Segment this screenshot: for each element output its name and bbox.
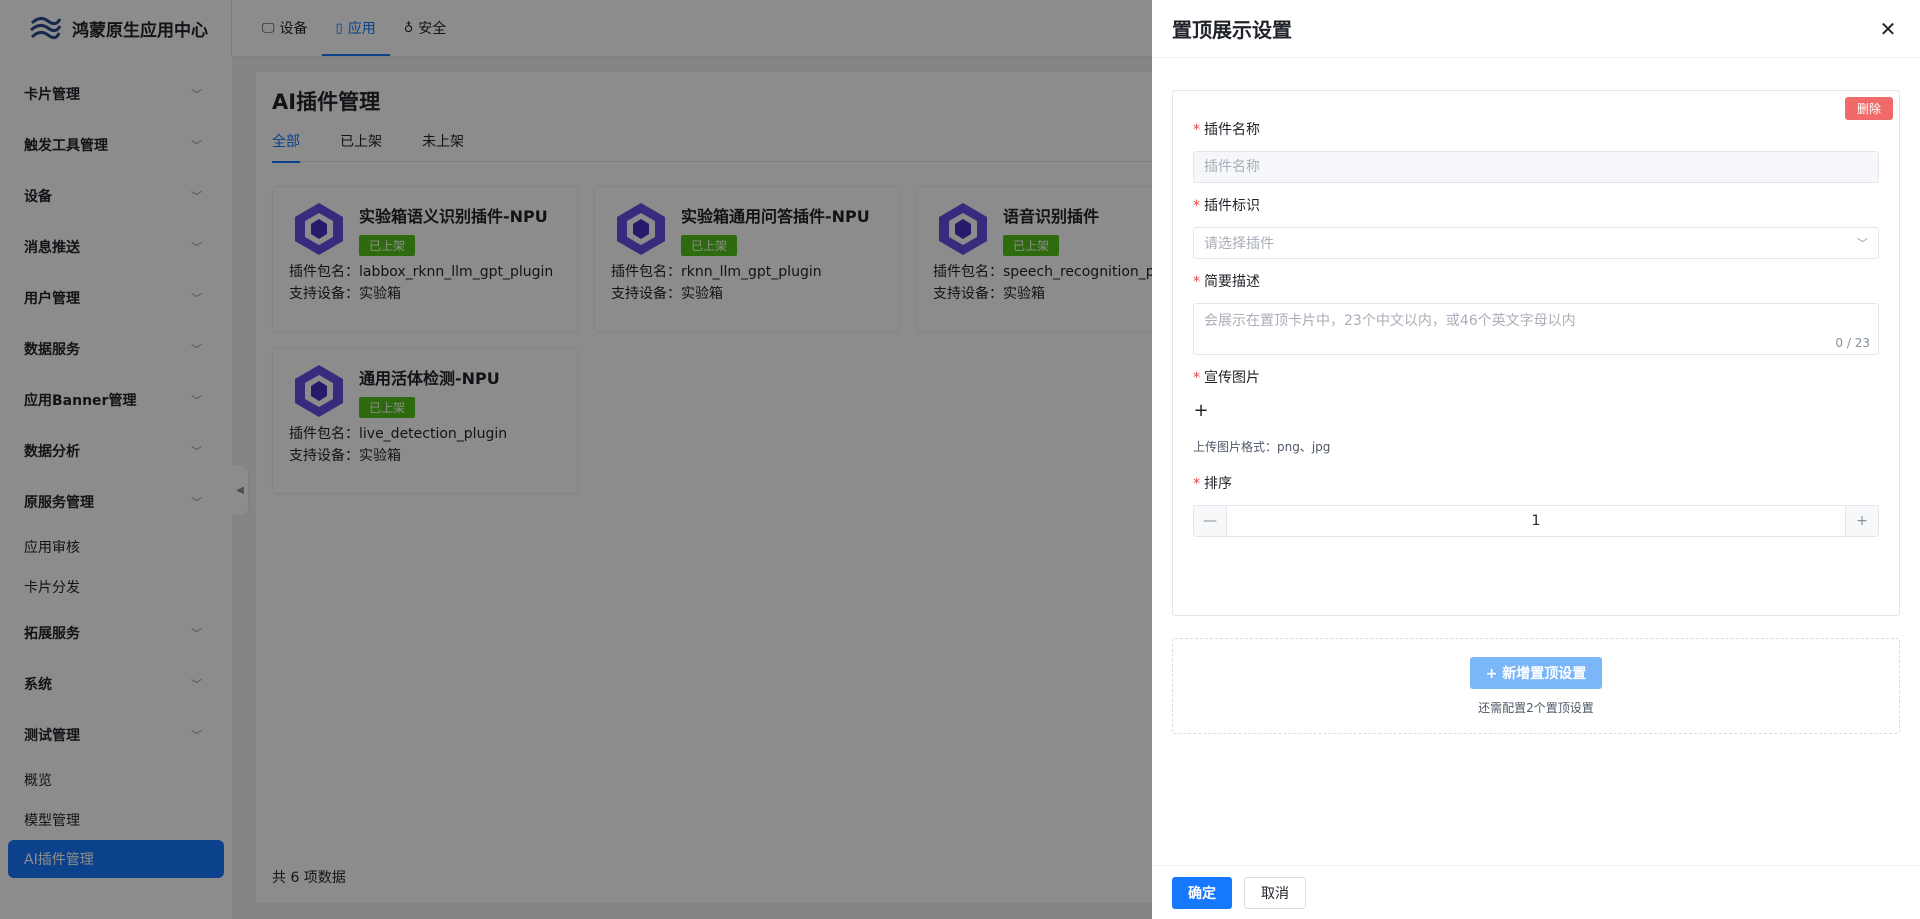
promo-image-label: * 宣传图片 — [1193, 370, 1260, 386]
required-mark: * — [1193, 274, 1200, 290]
add-pin-button[interactable]: + 新增置顶设置 — [1469, 656, 1603, 689]
description-label: * 简要描述 — [1193, 274, 1260, 290]
increment-button[interactable]: + — [1845, 506, 1878, 536]
order-label: * 排序 — [1193, 476, 1232, 492]
upload-format-hint: 上传图片格式：png、jpg — [1193, 440, 1331, 454]
order-stepper: — 1 + — [1193, 505, 1879, 537]
decrement-button[interactable]: — — [1194, 506, 1227, 536]
add-pin-area: + 新增置顶设置 还需配置2个置顶设置 — [1172, 638, 1900, 734]
close-icon[interactable]: ✕ — [1876, 17, 1900, 41]
pin-settings-drawer: 置顶展示设置 ✕ 删除 * 插件名称 插件名称 * 插件标识 请选择插件 ﹀ * 简要… — [1152, 0, 1920, 919]
plugin-name-input[interactable]: 插件名称 — [1193, 151, 1879, 183]
order-value-input[interactable]: 1 — [1227, 513, 1845, 529]
description-textarea[interactable]: 会展示在置顶卡片中，23个中文以内，或46个英文字母以内 0 / 23 — [1193, 303, 1879, 355]
pin-form-card: 删除 * 插件名称 插件名称 * 插件标识 请选择插件 ﹀ * 简要描述 会展示在置顶… — [1172, 90, 1900, 616]
delete-button[interactable]: 删除 — [1844, 97, 1893, 120]
plugin-name-label: * 插件名称 — [1193, 122, 1260, 138]
char-count: 0 / 23 — [1835, 336, 1870, 350]
add-pin-hint: 还需配置2个置顶设置 — [1478, 700, 1594, 715]
required-mark: * — [1193, 476, 1200, 492]
plugin-id-placeholder: 请选择插件 — [1204, 236, 1274, 252]
required-mark: * — [1193, 198, 1200, 214]
plus-icon: + — [1193, 400, 1209, 421]
drawer-body: 删除 * 插件名称 插件名称 * 插件标识 请选择插件 ﹀ * 简要描述 会展示在置顶… — [1152, 58, 1920, 734]
plugin-id-select[interactable]: 请选择插件 ﹀ — [1193, 227, 1879, 259]
drawer-footer: 确定 取消 — [1152, 865, 1920, 919]
required-mark: * — [1193, 122, 1200, 138]
upload-image-button[interactable]: + — [1193, 400, 1209, 421]
drawer-title: 置顶展示设置 — [1172, 18, 1292, 42]
chevron-down-icon: ﹀ — [1857, 237, 1868, 250]
minus-icon: — — [1203, 513, 1217, 529]
plus-icon: + — [1856, 513, 1868, 529]
confirm-button[interactable]: 确定 — [1172, 876, 1232, 909]
cancel-button[interactable]: 取消 — [1244, 876, 1306, 909]
drawer-header: 置顶展示设置 ✕ — [1152, 0, 1920, 58]
plugin-id-label: * 插件标识 — [1193, 198, 1260, 214]
required-mark: * — [1193, 370, 1200, 386]
description-placeholder: 会展示在置顶卡片中，23个中文以内，或46个英文字母以内 — [1204, 313, 1576, 329]
